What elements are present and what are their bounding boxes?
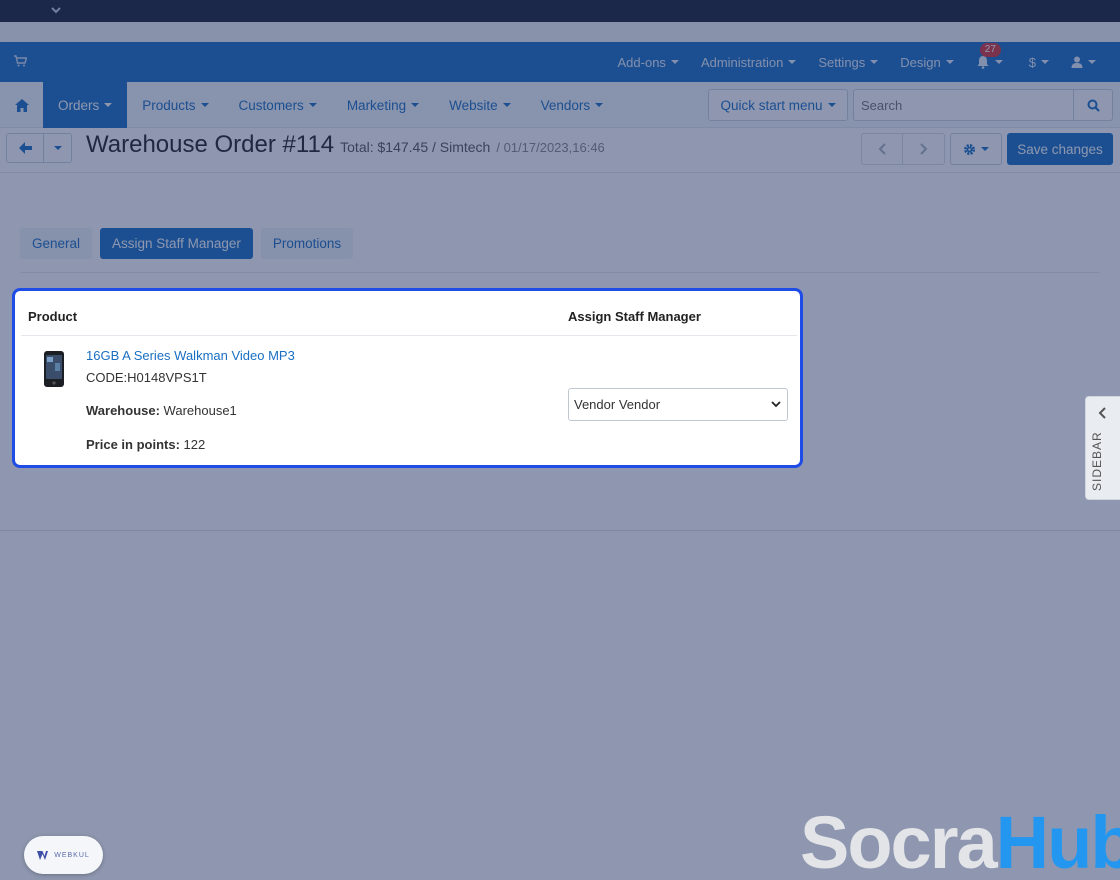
nav-orders[interactable]: Orders: [43, 82, 128, 128]
notifications-button[interactable]: 27: [976, 43, 1003, 69]
page-title-bar: Warehouse Order #114 Total: $147.45 / Si…: [0, 128, 1120, 173]
menu-settings[interactable]: Settings: [818, 55, 879, 70]
header-divider: [21, 335, 797, 336]
search-input[interactable]: [853, 89, 1074, 121]
menu-design[interactable]: Design: [900, 55, 954, 70]
menu-addons[interactable]: Add-ons: [618, 55, 679, 70]
search-icon: [1087, 99, 1100, 112]
assign-staff-manager-select[interactable]: Vendor Vendor: [568, 388, 788, 421]
nav-website[interactable]: Website: [434, 82, 526, 128]
chevron-left-icon: [1098, 407, 1106, 419]
gear-icon: [964, 143, 975, 155]
assign-staff-table-panel: Product Assign Staff Manager 16GB A Seri…: [12, 288, 803, 468]
order-date: / 01/17/2023,16:46: [496, 140, 605, 155]
product-thumbnail: [44, 351, 64, 387]
column-header-assign-staff-manager: Assign Staff Manager: [568, 309, 701, 324]
order-total: Total: $147.45 / Simtech: [340, 139, 491, 155]
currency-dropdown[interactable]: $: [1029, 55, 1049, 70]
bell-icon: [977, 56, 989, 69]
chevron-right-icon: [919, 143, 927, 155]
menu-administration[interactable]: Administration: [701, 55, 797, 70]
admin-top-bar: Add-ons Administration Settings Design 2…: [0, 42, 1120, 82]
nav-customers[interactable]: Customers: [224, 82, 332, 128]
product-warehouse: Warehouse: Warehouse1: [86, 403, 237, 418]
spacer-strip: [0, 22, 1120, 42]
chevron-down-icon[interactable]: [50, 4, 62, 16]
settings-dropdown-button[interactable]: [950, 133, 1002, 165]
arrow-left-icon: [18, 142, 32, 154]
product-name-link[interactable]: 16GB A Series Walkman Video MP3: [86, 348, 295, 363]
chevron-left-icon: [878, 143, 886, 155]
page-title: Warehouse Order #114: [86, 131, 335, 158]
product-code: CODE:H0148VPS1T: [86, 370, 207, 385]
nav-products[interactable]: Products: [127, 82, 223, 128]
back-dropdown-toggle[interactable]: [44, 133, 72, 163]
user-menu[interactable]: [1071, 56, 1096, 68]
prev-order-button[interactable]: [861, 133, 903, 165]
user-icon: [1071, 56, 1083, 68]
column-header-product: Product: [28, 309, 78, 324]
cart-icon[interactable]: [14, 55, 27, 67]
sidebar-toggle[interactable]: SIDEBAR: [1085, 396, 1120, 500]
search-button[interactable]: [1073, 89, 1113, 121]
webkul-badge[interactable]: WEBKUL: [24, 836, 103, 874]
webkul-logo-icon: [37, 850, 49, 860]
tab-assign-staff-manager[interactable]: Assign Staff Manager: [100, 228, 253, 259]
quick-start-menu-button[interactable]: Quick start menu: [708, 89, 848, 121]
browser-top-strip: [0, 0, 1120, 22]
product-price-in-points: Price in points: 122: [86, 437, 206, 452]
home-icon: [14, 98, 29, 112]
nav-marketing[interactable]: Marketing: [332, 82, 434, 128]
tab-general[interactable]: General: [20, 228, 93, 259]
next-order-button[interactable]: [903, 133, 945, 165]
back-button[interactable]: [6, 133, 44, 163]
save-changes-button[interactable]: Save changes: [1007, 133, 1113, 165]
chevron-down-icon: [771, 401, 781, 408]
notification-count-badge: 27: [979, 43, 1001, 57]
sidebar-label: SIDEBAR: [1090, 431, 1104, 491]
socrahub-watermark: SocraHub: [800, 801, 1120, 880]
tab-divider: [20, 272, 1100, 273]
main-navigation: Orders Products Customers Marketing Webs…: [0, 82, 1120, 128]
tab-promotions[interactable]: Promotions: [260, 228, 354, 259]
home-button[interactable]: [0, 82, 43, 128]
nav-vendors[interactable]: Vendors: [526, 82, 619, 128]
